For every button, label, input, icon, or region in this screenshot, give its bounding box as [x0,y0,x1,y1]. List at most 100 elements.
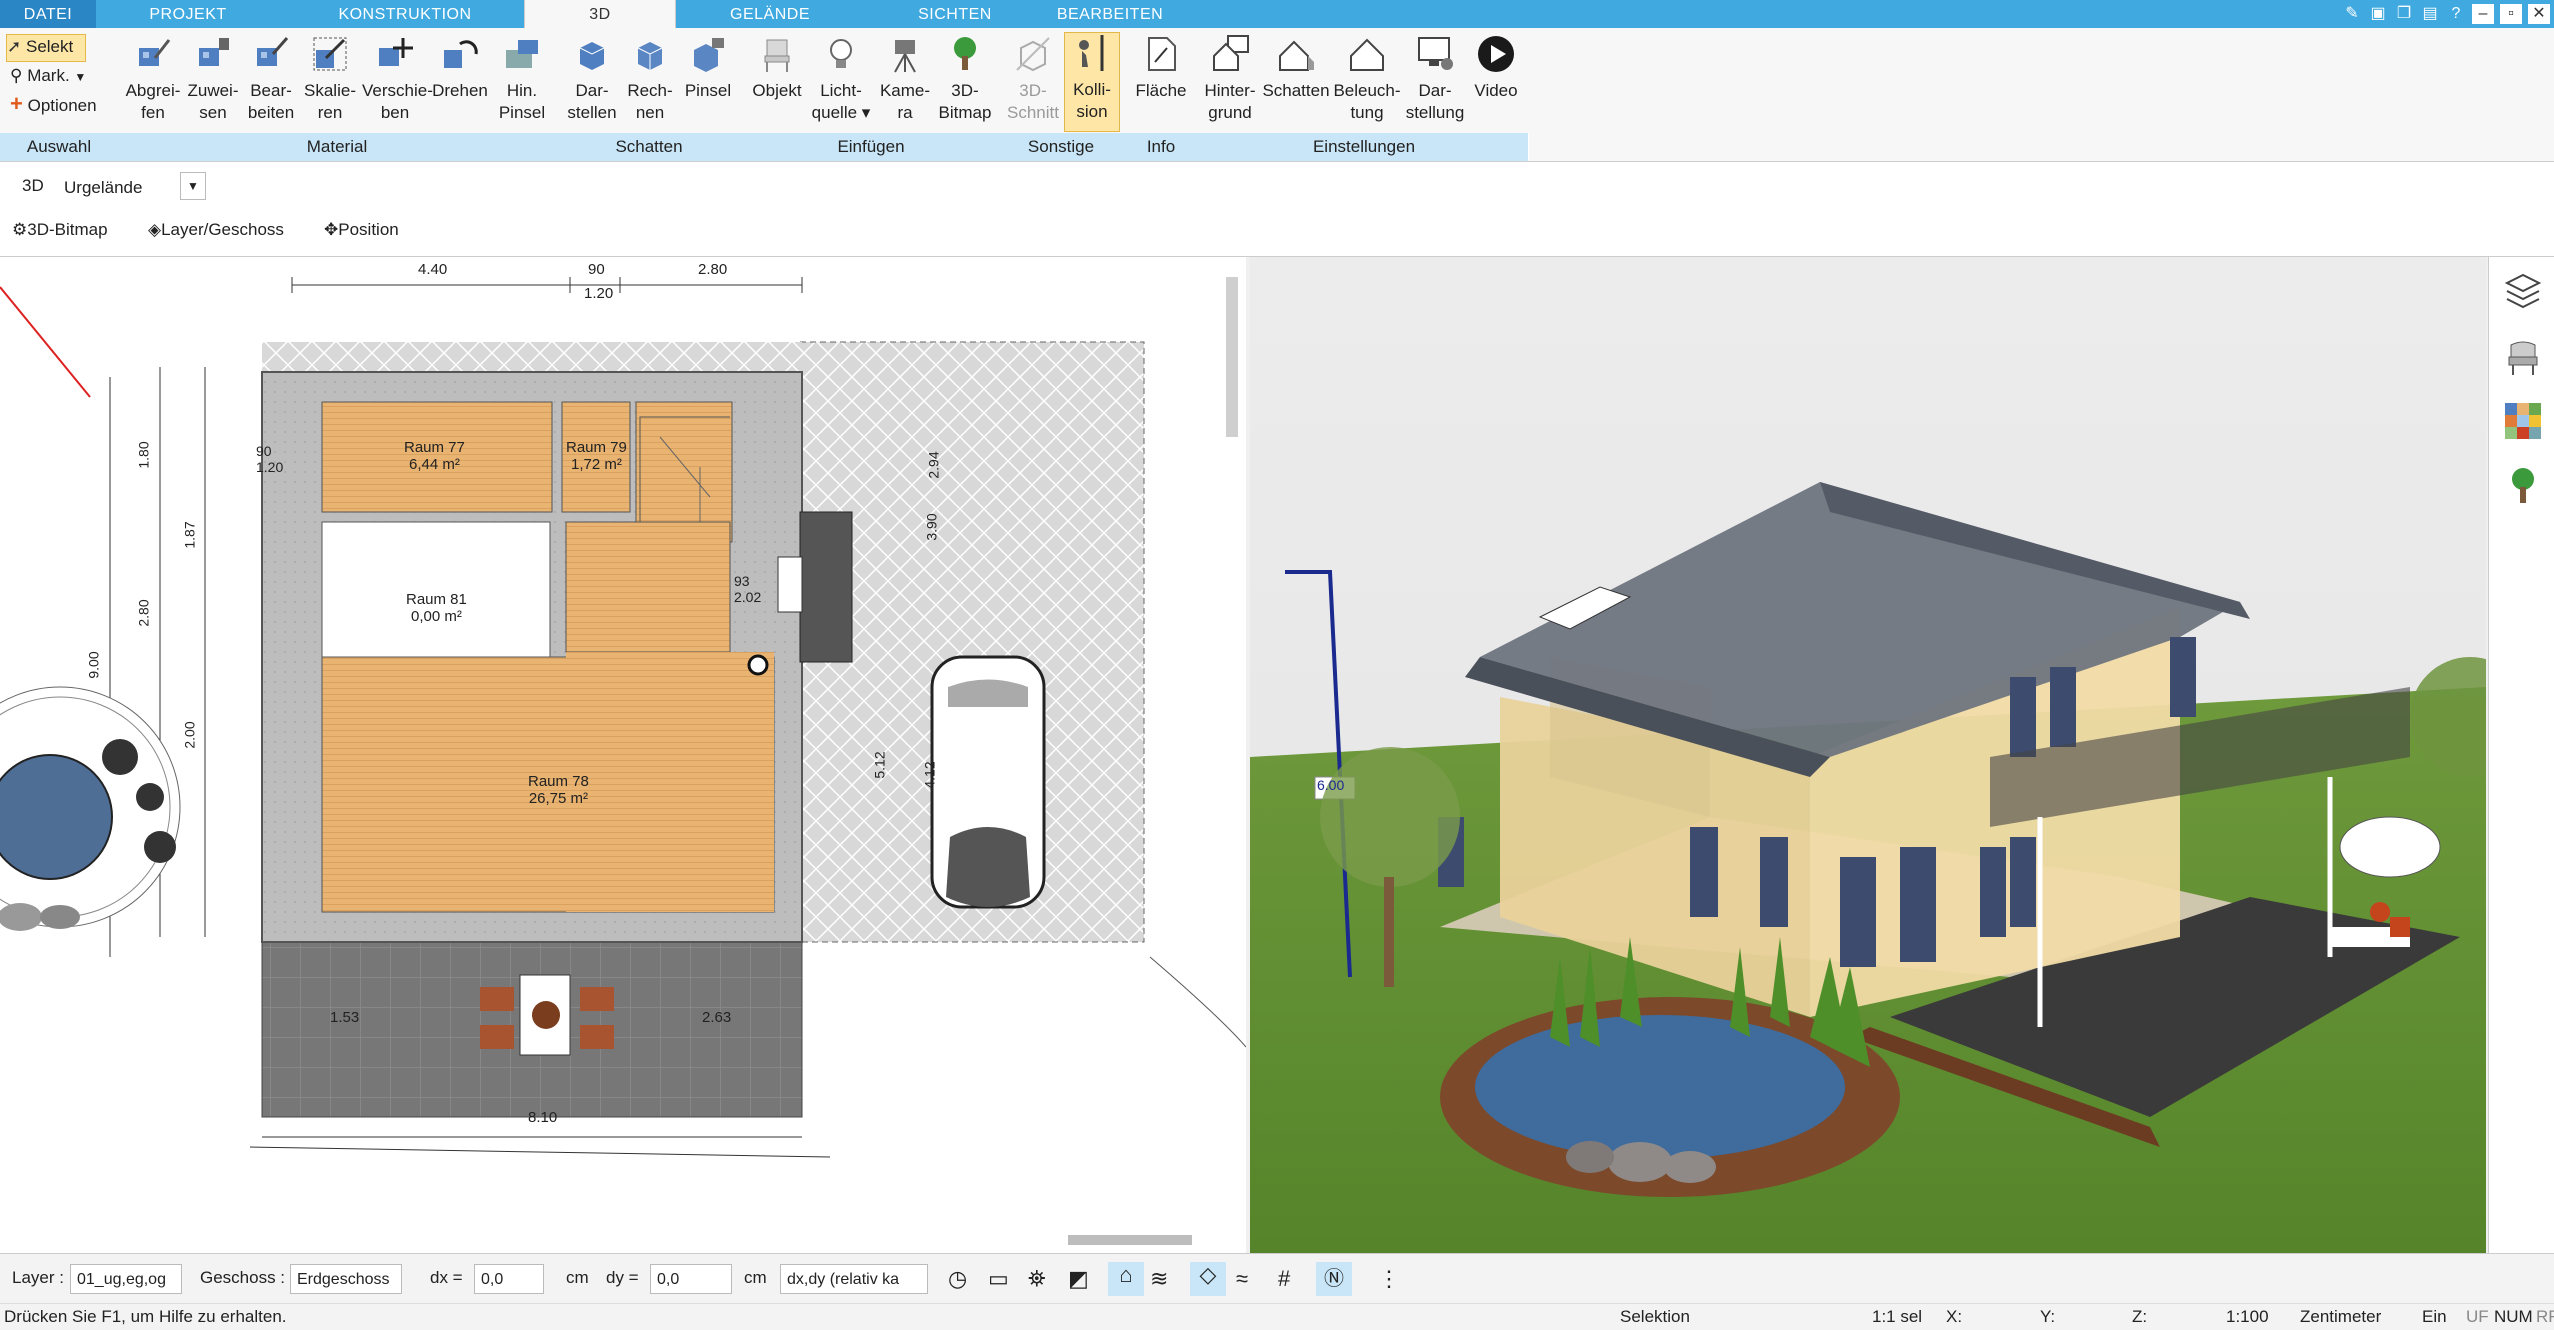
position-tool[interactable]: ✥Position [324,220,399,240]
schatten-pinsel-button[interactable]: Pinsel [680,34,736,102]
beleuchtung-label2: tung [1350,103,1384,122]
floor-plan-view[interactable]: 4.40 90 1.20 2.80 Raum 77 6,44 m² Raum 79… [0,257,1246,1253]
video-button[interactable]: Video [1468,34,1524,102]
north-icon[interactable]: Ⓝ [1316,1262,1352,1296]
tab-3d[interactable]: 3D [524,0,676,28]
objekt-button[interactable]: Objekt [746,34,808,102]
schatten-pinsel-label: Pinsel [684,81,732,100]
layer-select[interactable]: 01_ug,eg,og [70,1264,182,1294]
coord-mode-select[interactable]: dx,dy (relativ ka [780,1264,928,1294]
terrain-dropdown-chevron-icon[interactable]: ▼ [180,172,206,200]
mark-icon: ⚲ [10,66,23,85]
kamera-label2: ra [897,103,913,122]
layer-geschoss-tool[interactable]: ◈Layer/Geschoss [148,220,284,240]
zuweisen-button[interactable]: Zuwei-sen [184,34,242,124]
status-sel: 1:1 sel [1872,1307,1923,1326]
hintergrund-button[interactable]: Hinter-grund [1200,34,1260,124]
skalieren-button[interactable]: Skalie-ren [300,34,360,124]
einst-schatten-button[interactable]: Schatten [1260,34,1332,102]
group-auswahl: Auswahl [0,133,119,161]
vertical-scrollbar[interactable] [1226,277,1238,437]
hin-pinsel-button[interactable]: Hin. Pinsel [492,34,552,124]
lichtquelle-button[interactable]: Licht-quelle ▾ [808,34,874,124]
terrain-icon[interactable]: ≈ [1236,1266,1248,1292]
tab-bearbeiten[interactable]: BEARBEITEN [1045,0,1175,28]
tab-datei[interactable]: DATEI [0,0,96,28]
plane-icon[interactable]: ◇ [1190,1262,1226,1296]
room-78-area: 26,75 m² [528,790,589,807]
more-icon[interactable]: ⋮ [1378,1266,1400,1292]
terrain-select[interactable]: Urgelände [64,178,142,198]
abgreifen-button[interactable]: Abgrei-fen [122,34,184,124]
maximize-button[interactable]: ▫ [2500,4,2522,24]
dim-right-3: 5.12 [871,751,888,779]
flaeche-button[interactable]: Fläche [1126,34,1196,102]
dim-top-4: 2.80 [698,261,728,278]
dim-terrace-2: 2.63 [702,1009,732,1026]
car-symbol [930,655,1046,909]
verschieben-label1: Verschie- [362,81,433,100]
schatten-darstellen-button[interactable]: Dar-stellen [562,34,622,124]
drehen-button[interactable]: Drehen [430,34,490,102]
window-icon[interactable]: ▣ [2366,2,2390,26]
selekt-button[interactable]: ➚ Selekt [6,34,86,62]
skalieren-label2: ren [317,103,343,122]
close-button[interactable]: ✕ [2528,4,2550,24]
flaeche-label: Fläche [1135,81,1187,100]
beleuchtung-button[interactable]: Beleuch-tung [1332,34,1402,124]
dim-top-2: 90 [588,261,605,278]
ribbon: ➚ Selekt ⚲ Mark. ▼ + Optionen Auswahl Ab… [0,28,2554,162]
horizontal-scrollbar[interactable] [1068,1235,1192,1245]
grid-icon[interactable]: # [1278,1266,1290,1292]
hin-label2: Pinsel [498,103,546,122]
dim-left-1: 1.80 [135,441,152,469]
layer-tool-label: Layer/Geschoss [161,220,284,239]
plants-panel-icon[interactable] [2503,465,2543,505]
3d-schnitt-button[interactable]: 3D- Schnitt [1004,34,1062,124]
dim-terrace-1: 1.53 [330,1009,360,1026]
dx-input[interactable]: 0,0 [474,1264,544,1294]
darstellung-button[interactable]: Dar-stellung [1402,34,1468,124]
furniture-panel-icon[interactable] [2503,337,2543,377]
roof-snap-icon[interactable]: ⌂ [1108,1262,1144,1296]
room-79-area: 1,72 m² [571,456,622,473]
room-81-name: Raum 81 [406,591,467,608]
skalieren-label1: Skalie- [304,81,356,100]
tools-icon[interactable]: ✎ [2340,2,2364,26]
kollision-button[interactable]: Kolli-sion [1064,32,1120,132]
zuweisen-label1: Zuwei- [187,81,239,100]
layout-icon[interactable]: ▤ [2418,2,2442,26]
mark-button[interactable]: ⚲ Mark. ▼ [10,64,86,89]
bearbeiten-button[interactable]: Bear-beiten [242,34,300,124]
screen-icon[interactable]: ▭ [988,1266,1009,1292]
tab-projekt[interactable]: PROJEKT [118,0,258,28]
materials-panel-icon[interactable] [2503,401,2543,441]
kamera-button[interactable]: Kame-ra [876,34,934,124]
geschoss-select[interactable]: Erdgeschoss [290,1264,402,1294]
schatten-rechnen-button[interactable]: Rech-nen [622,34,678,124]
wave-icon[interactable]: ≋ [1150,1266,1168,1292]
tab-konstruktion[interactable]: KONSTRUKTION [320,0,490,28]
restore-icon[interactable]: ❐ [2392,2,2416,26]
stairs[interactable] [635,401,733,543]
clock-icon[interactable]: ◷ [948,1266,967,1292]
hintergrund-label2: grund [1208,103,1252,122]
verschieben-button[interactable]: Verschie-ben [362,34,433,124]
cube-icon[interactable]: ◩ [1068,1266,1089,1292]
minimize-button[interactable]: – [2472,4,2494,24]
layers-panel-icon[interactable] [2503,271,2543,311]
dx-label: dx = [430,1268,463,1287]
dy-input[interactable]: 0,0 [650,1264,732,1294]
group-info: Info [1122,133,1201,161]
3d-bitmap-tool[interactable]: ⚙3D-Bitmap [12,220,108,240]
tab-sichten[interactable]: SICHTEN [880,0,1030,28]
walk-icon[interactable]: ⛯ [1028,1266,1046,1292]
3d-view[interactable]: 6.00 [1250,257,2486,1253]
collision-icon [1079,35,1104,71]
optionen-button[interactable]: + Optionen [10,92,97,118]
help-icon[interactable]: ? [2444,2,2468,26]
3d-bitmap-button[interactable]: 3D- Bitmap [934,34,996,124]
hin-label1: Hin. [506,81,538,100]
tab-gelaende[interactable]: GELÄNDE [700,0,840,28]
rechnen-label1: Rech- [627,81,673,100]
